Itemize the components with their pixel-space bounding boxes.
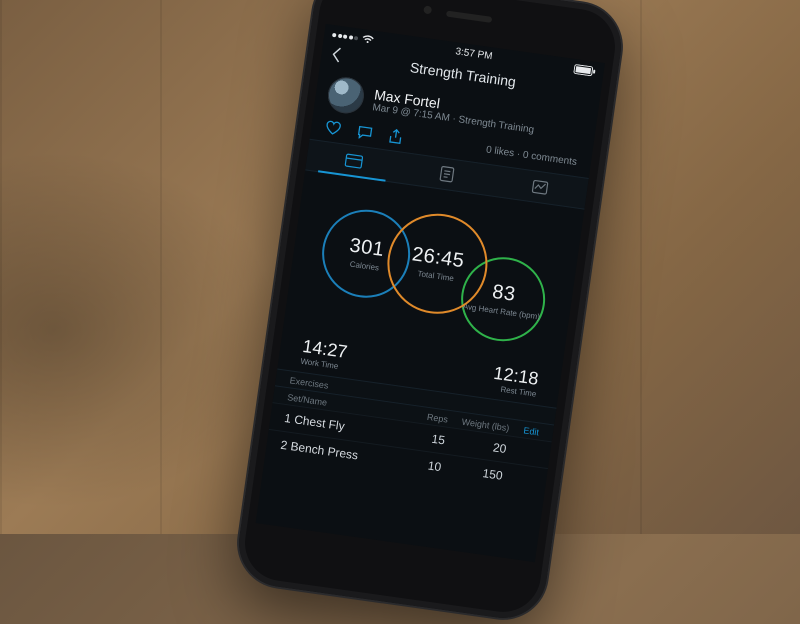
share-icon[interactable] <box>388 128 404 146</box>
exercise-reps: 15 <box>398 427 446 447</box>
heart-rate-value: 83 <box>491 281 517 307</box>
app-screen: 3:57 PM Strength Training <box>256 24 605 562</box>
battery-icon <box>573 63 596 76</box>
comment-icon[interactable] <box>356 124 374 140</box>
exercise-reps: 10 <box>395 454 443 474</box>
exercise-weight: 150 <box>440 460 503 482</box>
social-stats: 0 likes · 0 comments <box>485 144 577 168</box>
calories-value: 301 <box>348 234 386 262</box>
exercise-weight: 20 <box>444 434 507 456</box>
signal-dots-icon <box>332 32 358 40</box>
like-icon[interactable] <box>324 120 342 136</box>
wifi-icon <box>361 34 374 45</box>
avatar[interactable] <box>326 75 367 116</box>
calories-label: Calories <box>349 260 379 273</box>
phone-frame: 3:57 PM Strength Training <box>233 0 626 624</box>
